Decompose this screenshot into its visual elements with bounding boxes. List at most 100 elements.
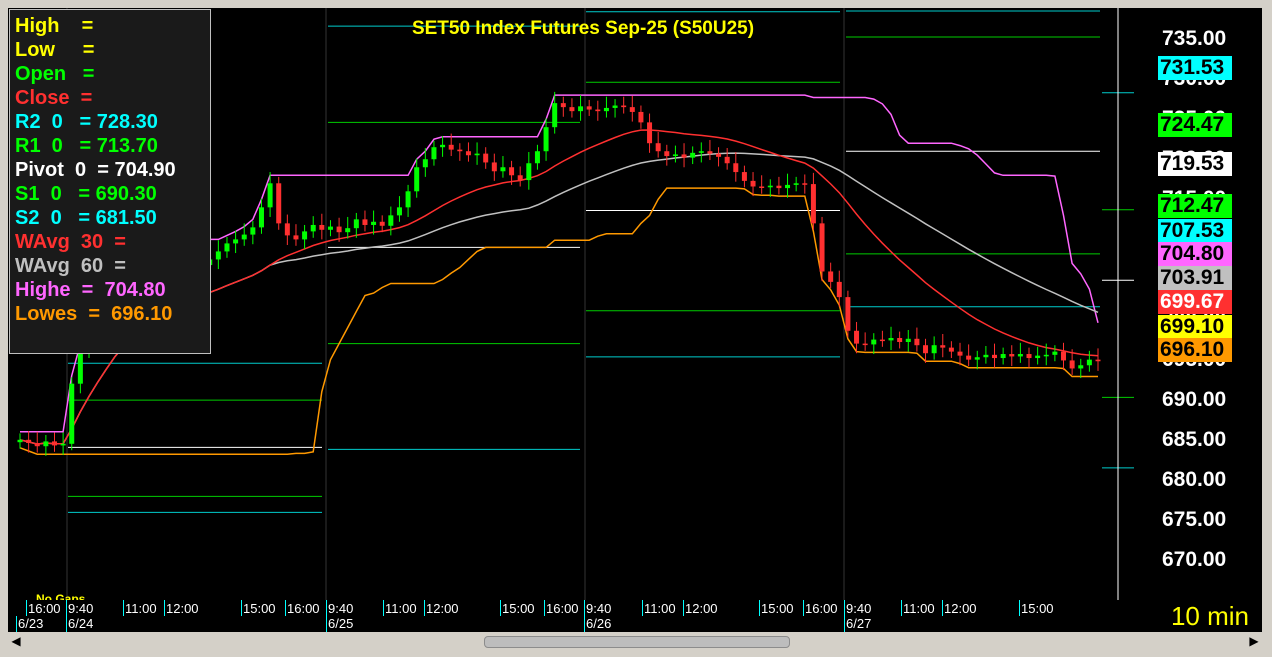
candle-body <box>474 153 480 156</box>
candle-body <box>457 149 463 152</box>
time-tick-label: 16:00 <box>805 601 838 616</box>
candle-body <box>681 154 687 158</box>
info-r1-label: R1 0 = <box>15 135 92 157</box>
candle-body <box>26 439 32 444</box>
time-separator <box>803 600 804 616</box>
candle-body <box>845 297 851 331</box>
price-label-box: 712.47 <box>1158 194 1232 218</box>
candle-body <box>724 156 730 164</box>
time-tick-label: 12:00 <box>426 601 459 616</box>
info-wavg30: WAvg 30 = <box>15 231 126 253</box>
candle-body <box>655 143 661 152</box>
info-s2-label: S2 0 = <box>15 207 91 229</box>
candle-body <box>785 184 791 189</box>
date-tick-label: 6/26 <box>586 616 612 631</box>
candle-body <box>258 207 264 228</box>
candle-body <box>405 191 411 208</box>
info-panel[interactable]: High = Low = Open = Close = R2 0 = 728.3… <box>9 9 211 354</box>
date-tick-label: 6/23 <box>18 616 44 631</box>
candle-body <box>897 337 903 343</box>
time-axis[interactable]: 16:00 9:40 11:00 12:00 15:00 16:00 9:40 11:00 12… <box>8 600 1158 632</box>
date-separator <box>66 616 67 632</box>
time-separator <box>66 600 67 616</box>
time-separator <box>424 600 425 616</box>
candle-body <box>879 339 885 342</box>
candle-body <box>534 151 540 164</box>
date-separator <box>844 616 845 632</box>
time-tick-label: 16:00 <box>287 601 320 616</box>
date-separator <box>584 616 585 632</box>
time-separator <box>383 600 384 616</box>
candle-body <box>603 107 609 112</box>
candle-body <box>793 183 799 185</box>
scroll-thumb[interactable] <box>484 636 790 648</box>
time-separator <box>584 600 585 616</box>
scroll-right-icon[interactable]: ▶ <box>1246 634 1262 648</box>
time-separator <box>1019 600 1020 616</box>
candle-body <box>569 107 575 112</box>
candle-body <box>638 111 644 123</box>
time-separator <box>326 600 327 616</box>
candle-body <box>353 219 359 229</box>
candle-body <box>1095 359 1101 362</box>
interval-box[interactable]: 10 min <box>1158 600 1262 632</box>
candle-body <box>371 221 377 225</box>
price-label-box: 731.53 <box>1158 56 1232 80</box>
interval-label: 10 min <box>1170 601 1250 631</box>
candle-body <box>698 151 704 153</box>
time-tick-label: 9:40 <box>328 601 354 616</box>
price-axis[interactable]: 735.00730.00725.00720.00715.00710.00705.… <box>1158 8 1262 600</box>
candle-body <box>595 109 601 112</box>
candle-body <box>1069 360 1075 369</box>
candle-body <box>396 207 402 216</box>
candle-body <box>69 383 75 444</box>
candle-body <box>51 441 57 446</box>
candle-body <box>241 234 247 240</box>
candle-body <box>931 345 937 354</box>
candle-body <box>776 185 782 189</box>
price-tick-label: 680.00 <box>1162 467 1227 491</box>
candle-body <box>560 103 566 108</box>
candle-body <box>741 172 747 181</box>
candle-body <box>1043 354 1049 357</box>
time-separator <box>544 600 545 616</box>
scroll-left-icon[interactable]: ◀ <box>8 634 24 648</box>
candle-body <box>440 144 446 148</box>
candle-body <box>552 103 558 128</box>
candle-body <box>448 144 454 150</box>
info-wavg60: WAvg 60 = <box>15 255 126 277</box>
time-separator <box>844 600 845 616</box>
candle-body <box>422 159 428 168</box>
candle-body <box>690 152 696 158</box>
candle-body <box>854 330 860 344</box>
candle-body <box>517 175 523 181</box>
candle-body <box>905 338 911 343</box>
candle-body <box>543 127 549 152</box>
time-separator <box>241 600 242 616</box>
candle-body <box>974 357 980 360</box>
candle-body <box>267 183 273 208</box>
time-separator <box>642 600 643 616</box>
info-r1: R1 0 = 713.70 <box>15 134 210 158</box>
info-r2: R2 0 = 728.30 <box>15 110 210 134</box>
time-tick-label: 11:00 <box>385 601 417 616</box>
candle-body <box>327 226 333 230</box>
time-separator <box>285 600 286 616</box>
candle-body <box>60 443 66 446</box>
candle-body <box>224 243 230 252</box>
candle-body <box>526 163 532 181</box>
info-r2-value: 728.30 <box>96 111 158 133</box>
info-s1: S1 0 = 690.30 <box>15 182 210 206</box>
candle-body <box>1009 354 1015 357</box>
candle-body <box>862 343 868 346</box>
candle-body <box>750 180 756 187</box>
candle-body <box>923 345 929 354</box>
time-tick-label: 12:00 <box>685 601 718 616</box>
candle-body <box>414 167 420 192</box>
horizontal-scrollbar[interactable]: ◀ ▶ <box>8 632 1262 650</box>
candle-body <box>819 223 825 272</box>
candle-body <box>215 251 221 260</box>
time-tick-label: 11:00 <box>125 601 157 616</box>
info-r2-label: R2 0 = <box>15 111 92 133</box>
time-separator <box>901 600 902 616</box>
